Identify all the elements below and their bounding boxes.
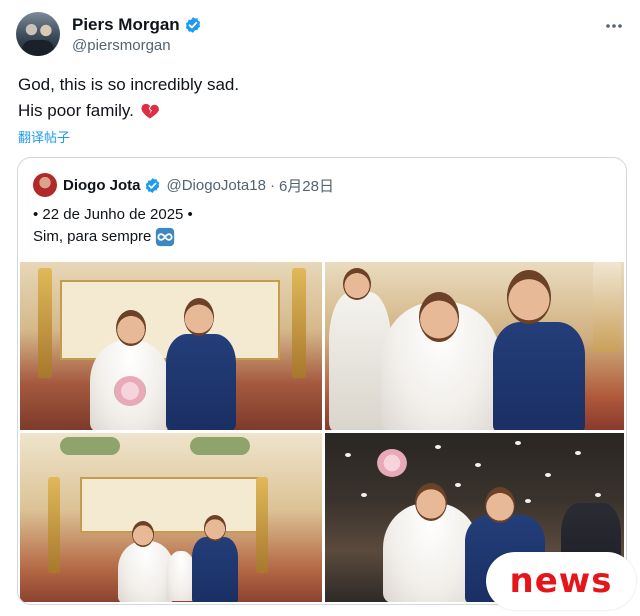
petal [345,453,351,457]
groom-head [204,515,226,541]
petal [361,493,367,497]
flower-arrangement [593,262,621,352]
groom-head [507,270,551,324]
gold-candlestick [256,477,268,573]
infinity-icon [156,227,175,247]
tweet-line-1: God, this is so incredibly sad. [18,75,240,94]
petal [475,463,481,467]
groom-head [485,487,515,523]
wedding-photo-family[interactable] [20,433,322,602]
broken-heart-icon [141,103,159,119]
verified-badge-icon [145,177,159,193]
verified-badge-icon [185,17,200,33]
priest-head [343,268,371,300]
author-avatar[interactable] [16,12,60,56]
quoted-tweet-header: Diogo Jota @DiogoJota18 · 6月28日 [33,172,334,198]
wedding-photo-ring[interactable] [325,262,624,430]
flower-garland [60,437,120,455]
quoted-author-avatar[interactable] [33,173,57,197]
tweet-header: Piers Morgan @piersmorgan [16,12,624,60]
quoted-line-2: Sim, para sempre [33,228,152,245]
petal [545,473,551,477]
petal [575,451,581,455]
tweet-text: God, this is so incredibly sad. His poor… [18,72,618,124]
bouquet [377,449,407,477]
groom-figure [166,334,236,430]
quoted-separator: · [269,176,275,194]
bride-head [116,310,146,346]
groom-figure [493,322,585,430]
bride-head [415,483,447,521]
author-display-name[interactable]: Piers Morgan [72,15,180,35]
tweet-line-2: His poor family. [18,101,134,120]
groom-head [184,298,214,336]
more-icon[interactable] [604,16,624,41]
quoted-tweet[interactable]: Diogo Jota @DiogoJota18 · 6月28日 • 22 de … [17,157,627,605]
quoted-tweet-text: • 22 de Junho de 2025 • Sim, para sempre [33,204,193,248]
quoted-author-handle[interactable]: @DiogoJota18 [167,177,266,194]
petal [455,483,461,487]
gold-candlestick [48,477,60,573]
quoted-author-display-name[interactable]: Diogo Jota [63,177,141,194]
bride-head [419,292,459,342]
author-handle[interactable]: @piersmorgan [72,37,171,54]
author-name-line: Piers Morgan [72,15,202,35]
petal [525,499,531,503]
altar-decoration [80,477,260,533]
news-watermark: news [486,552,636,610]
petal [435,445,441,449]
groom-figure [192,537,238,602]
photo-grid [20,262,624,602]
quoted-date[interactable]: 6月28日 [279,175,334,196]
gold-column [38,268,52,378]
wedding-photo-altar[interactable] [20,262,322,430]
petal [595,493,601,497]
quoted-line-1: • 22 de Junho de 2025 • [33,206,193,223]
translate-post-link[interactable]: 翻译帖子 [18,127,70,146]
gold-column [292,268,306,378]
news-watermark-text: news [509,561,613,601]
flower-garland [190,437,250,455]
bouquet [114,376,146,406]
bride-head [132,521,154,547]
petal [515,441,521,445]
